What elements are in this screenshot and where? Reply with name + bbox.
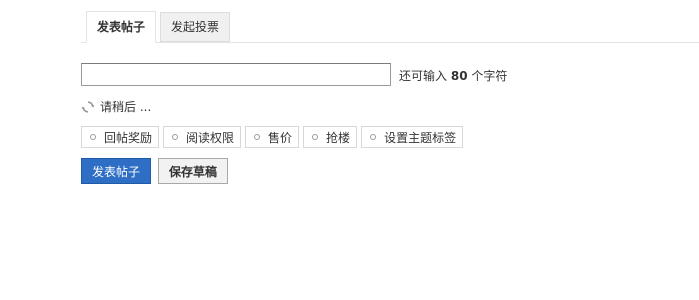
circle-icon <box>172 134 179 140</box>
tab-post-thread[interactable]: 发表帖子 <box>86 11 156 43</box>
char-limit-prefix: 还可输入 <box>399 69 448 83</box>
option-topic-tags[interactable]: 设置主题标签 <box>361 126 464 148</box>
option-label: 回帖奖励 <box>104 130 153 145</box>
tab-start-poll[interactable]: 发起投票 <box>160 12 230 42</box>
loading-indicator: 请稍后 ... <box>81 98 151 115</box>
circle-icon <box>254 134 261 140</box>
option-label: 阅读权限 <box>186 130 235 145</box>
option-read-permission[interactable]: 阅读权限 <box>163 126 242 148</box>
char-limit-count: 80 <box>450 69 468 83</box>
action-buttons: 发表帖子 保存草稿 <box>81 158 235 184</box>
refresh-icon <box>81 100 95 113</box>
option-floor-grab[interactable]: 抢楼 <box>303 126 358 148</box>
submit-post-button[interactable]: 发表帖子 <box>81 158 151 184</box>
option-label: 设置主题标签 <box>384 130 457 145</box>
circle-icon <box>312 134 319 140</box>
post-options: 回帖奖励 阅读权限 售价 抢楼 设置主题标签 <box>81 126 467 148</box>
option-reply-reward[interactable]: 回帖奖励 <box>81 126 160 148</box>
option-label: 售价 <box>268 130 293 145</box>
save-draft-button[interactable]: 保存草稿 <box>158 158 228 184</box>
char-limit-text: 还可输入 80 个字符 <box>399 67 507 84</box>
title-input[interactable] <box>81 63 391 86</box>
circle-icon <box>90 134 96 140</box>
post-type-tabs: 发表帖子 发起投票 <box>81 11 699 43</box>
option-price[interactable]: 售价 <box>245 126 300 148</box>
option-label: 抢楼 <box>326 130 351 145</box>
char-limit-suffix: 个字符 <box>471 69 508 83</box>
loading-text: 请稍后 ... <box>100 100 152 114</box>
circle-icon <box>370 134 377 140</box>
